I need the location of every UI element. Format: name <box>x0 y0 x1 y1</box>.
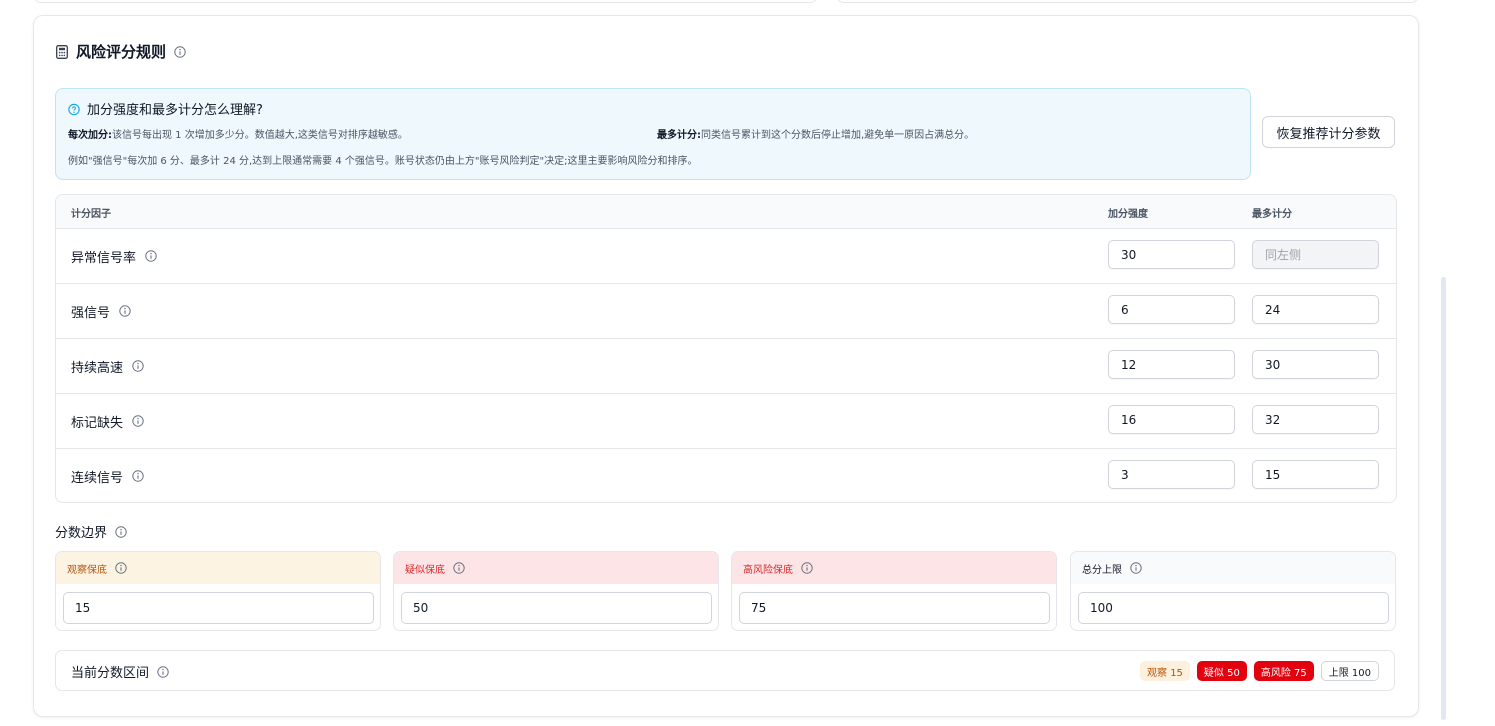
strength-input[interactable] <box>1108 350 1235 379</box>
strength-input[interactable] <box>1108 460 1235 489</box>
factor-name: 强信号 <box>71 305 111 321</box>
info-icon[interactable] <box>157 665 169 678</box>
current-range-bar: 当前分数区间 观察 15 疑似 50 高风险 75 上限 100 <box>55 650 1395 691</box>
info-icon[interactable] <box>174 45 186 58</box>
bound-header: 疑似保底 <box>394 552 718 584</box>
calculator-icon <box>56 44 68 59</box>
badge-cap: 上限 100 <box>1320 661 1379 681</box>
table-header: 计分因子 加分强度 最多计分 <box>56 195 1396 229</box>
max-input[interactable] <box>1252 295 1379 324</box>
factor-name: 持续高速 <box>71 360 124 376</box>
row-label-abnormal-rate: 异常信号率 <box>71 229 157 283</box>
range-badges: 观察 15 疑似 50 高风险 75 上限 100 <box>1140 661 1379 681</box>
col-factor: 计分因子 <box>71 209 111 220</box>
max-input[interactable] <box>1252 240 1379 269</box>
row-label-strong-signal: 强信号 <box>71 284 131 338</box>
help-question-icon <box>68 103 80 115</box>
reset-defaults-button[interactable]: 恢复推荐计分参数 <box>1262 116 1395 148</box>
help-title: 加分强度和最多计分怎么理解? <box>68 99 263 118</box>
info-icon[interactable] <box>132 415 144 427</box>
page-title: 风险评分规则 <box>76 43 167 61</box>
bound-header: 高风险保底 <box>732 552 1056 584</box>
table-row: 标记缺失 <box>56 394 1396 449</box>
bound-header: 观察保底 <box>56 552 380 584</box>
bounds-title: 分数边界 <box>55 522 127 541</box>
badge-suspected: 疑似 50 <box>1196 661 1247 681</box>
col-max: 最多计分 <box>1252 209 1292 220</box>
info-icon[interactable] <box>115 525 127 538</box>
factor-name: 异常信号率 <box>71 250 137 266</box>
bound-input[interactable] <box>401 592 712 624</box>
info-icon[interactable] <box>453 562 465 574</box>
risk-scoring-card: 风险评分规则 加分强度和最多计分怎么理解? 每次加分:该信号每出现 1 次增加多… <box>33 15 1419 717</box>
info-icon[interactable] <box>132 360 144 372</box>
help-max-label: 最多计分: <box>657 130 701 141</box>
info-icon[interactable] <box>801 562 813 574</box>
factor-table: 计分因子 加分强度 最多计分 异常信号率 强信号 持续高速 <box>55 194 1397 503</box>
bound-card-suspected: 疑似保底 <box>393 551 719 631</box>
bound-label: 疑似保底 <box>405 564 445 576</box>
max-input[interactable] <box>1252 405 1379 434</box>
factor-name: 连续信号 <box>71 470 124 486</box>
max-input[interactable] <box>1252 460 1379 489</box>
strength-input[interactable] <box>1108 295 1235 324</box>
help-question-text: 加分强度和最多计分怎么理解? <box>87 103 263 118</box>
bound-card-watch: 观察保底 <box>55 551 381 631</box>
bound-header: 总分上限 <box>1071 552 1395 584</box>
previous-card-left <box>33 0 818 3</box>
help-callout: 加分强度和最多计分怎么理解? 每次加分:该信号每出现 1 次增加多少分。数值越大… <box>55 88 1251 180</box>
bound-input[interactable] <box>739 592 1050 624</box>
card-header: 风险评分规则 <box>56 41 186 62</box>
row-label-consecutive-signal: 连续信号 <box>71 449 144 502</box>
bound-label: 总分上限 <box>1082 564 1122 576</box>
badge-watch: 观察 15 <box>1140 661 1190 681</box>
help-max-line: 最多计分:同类信号累计到这个分数后停止增加,避免单一原因占满总分。 <box>657 126 974 141</box>
row-label-missing-mark: 标记缺失 <box>71 394 144 448</box>
strength-input[interactable] <box>1108 240 1235 269</box>
strength-input[interactable] <box>1108 405 1235 434</box>
info-icon[interactable] <box>115 562 127 574</box>
table-row: 异常信号率 <box>56 229 1396 284</box>
row-label-sustained-speed: 持续高速 <box>71 339 144 393</box>
range-label: 当前分数区间 <box>71 651 169 692</box>
info-icon[interactable] <box>1130 562 1142 574</box>
range-label-text: 当前分数区间 <box>71 666 150 681</box>
bound-label: 高风险保底 <box>743 564 793 576</box>
scrollbar[interactable] <box>1441 277 1446 720</box>
help-each-line: 每次加分:该信号每出现 1 次增加多少分。数值越大,这类信号对排序越敏感。 <box>68 126 408 141</box>
max-input[interactable] <box>1252 350 1379 379</box>
factor-name: 标记缺失 <box>71 415 124 431</box>
help-each-label: 每次加分: <box>68 130 112 141</box>
table-row: 强信号 <box>56 284 1396 339</box>
badge-high-risk: 高风险 75 <box>1253 661 1314 681</box>
info-icon[interactable] <box>119 305 131 317</box>
bound-card-high-risk: 高风险保底 <box>731 551 1057 631</box>
bound-input[interactable] <box>1078 592 1389 624</box>
table-row: 连续信号 <box>56 449 1396 502</box>
table-row: 持续高速 <box>56 339 1396 394</box>
bound-card-cap: 总分上限 <box>1070 551 1396 631</box>
previous-card-right <box>836 0 1419 3</box>
help-each-text: 该信号每出现 1 次增加多少分。数值越大,这类信号对排序越敏感。 <box>112 130 408 141</box>
info-icon[interactable] <box>132 470 144 482</box>
bound-input[interactable] <box>63 592 374 624</box>
help-example: 例如"强信号"每次加 6 分、最多计 24 分,达到上限通常需要 4 个强信号。… <box>68 156 698 167</box>
bound-label: 观察保底 <box>67 564 107 576</box>
bounds-title-text: 分数边界 <box>55 526 108 541</box>
info-icon[interactable] <box>145 250 157 262</box>
help-max-text: 同类信号累计到这个分数后停止增加,避免单一原因占满总分。 <box>701 130 975 141</box>
col-strength: 加分强度 <box>1108 209 1148 220</box>
